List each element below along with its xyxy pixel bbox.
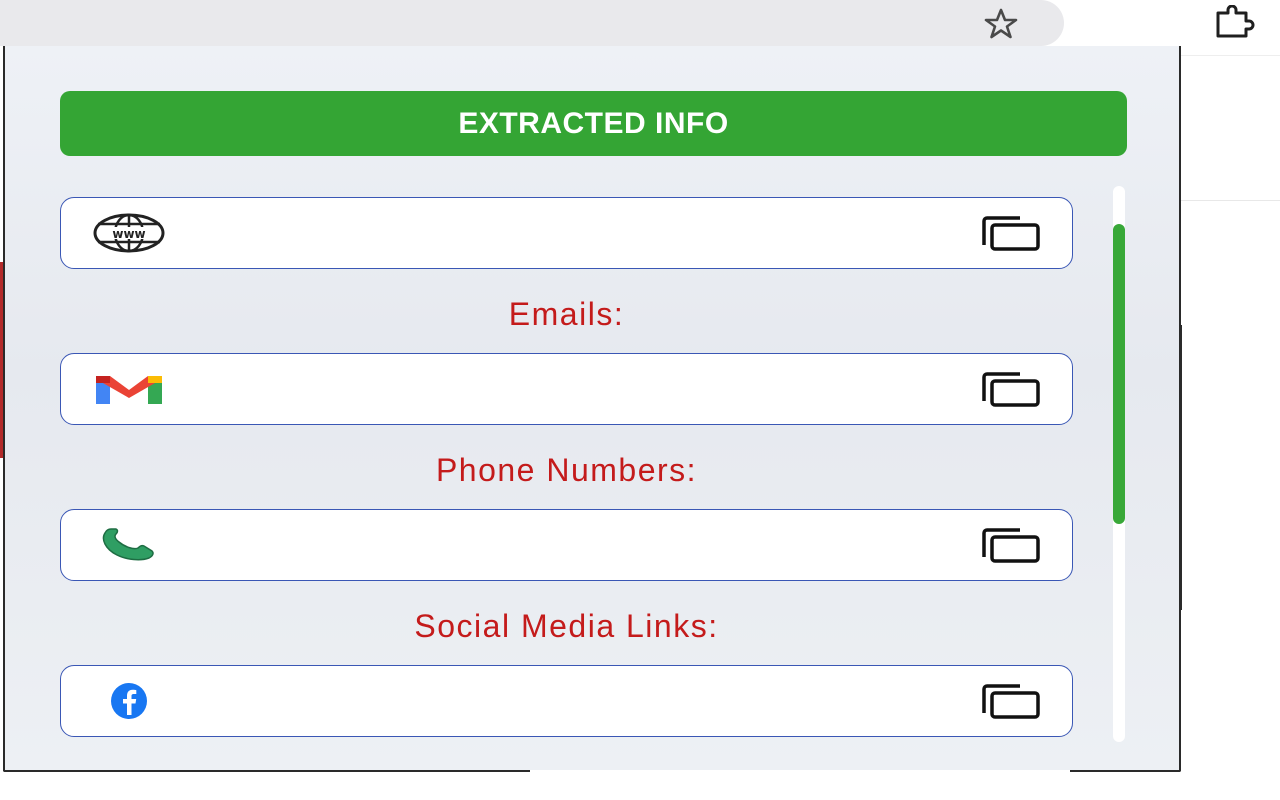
phone-value[interactable] — [181, 530, 961, 560]
extension-popup: EXTRACTED INFO www Emails: Phone Numbers… — [3, 46, 1181, 772]
scrollbar-thumb[interactable] — [1113, 224, 1125, 524]
copy-icon — [982, 372, 1040, 407]
social-media-label: Social Media Links: — [414, 608, 719, 644]
phone-numbers-label: Phone Numbers: — [435, 452, 698, 488]
phone-field — [60, 509, 1073, 581]
svg-text:www: www — [112, 227, 145, 241]
header-bar: EXTRACTED INFO — [60, 91, 1127, 156]
star-icon — [984, 8, 1018, 39]
puzzle-icon — [1216, 5, 1255, 38]
phone-icon — [91, 524, 167, 566]
copy-icon — [982, 528, 1040, 563]
header-title: EXTRACTED INFO — [458, 106, 729, 140]
background-page-card — [1180, 55, 1280, 265]
website-value[interactable] — [181, 218, 961, 248]
copy-icon — [982, 684, 1040, 719]
emails-label: Emails: — [508, 296, 625, 332]
copy-email-button[interactable] — [977, 366, 1045, 412]
social-value[interactable] — [181, 686, 961, 716]
email-field — [60, 353, 1073, 425]
background-page-divider — [1180, 200, 1280, 201]
facebook-icon — [91, 680, 167, 722]
copy-website-button[interactable] — [977, 210, 1045, 256]
social-field — [60, 665, 1073, 737]
extensions-button[interactable] — [1208, 4, 1260, 42]
popup-bottom-highlight — [530, 770, 1070, 773]
gmail-icon — [91, 368, 167, 410]
bookmark-star-button[interactable] — [978, 6, 1024, 40]
copy-phone-button[interactable] — [977, 522, 1045, 568]
address-bar[interactable] — [0, 0, 1064, 46]
website-field: www — [60, 197, 1073, 269]
copy-icon — [982, 216, 1040, 251]
globe-www-icon: www — [91, 212, 167, 254]
email-value[interactable] — [181, 374, 961, 404]
copy-social-button[interactable] — [977, 678, 1045, 724]
